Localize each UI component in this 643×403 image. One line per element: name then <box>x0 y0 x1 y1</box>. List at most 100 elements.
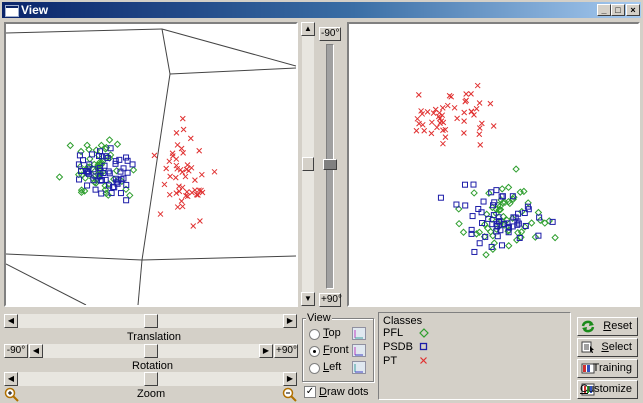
left-pt-point <box>184 162 191 168</box>
left-psdb-point <box>129 161 136 168</box>
customize-button-label: Customize <box>580 383 632 395</box>
right-pt-point <box>487 100 494 107</box>
projection-2d-panel[interactable] <box>347 22 640 307</box>
select-icon <box>581 341 594 353</box>
left-pt-point <box>172 174 179 181</box>
rotation-left-button[interactable]: ◀ <box>29 344 43 358</box>
right-pfl-point <box>505 242 513 250</box>
diamond-marker-icon <box>419 328 429 338</box>
top-radio-label: Top <box>323 327 341 339</box>
vertical-max-button[interactable]: +90° <box>319 293 342 307</box>
right-pt-point <box>451 104 458 111</box>
classes-title: Classes <box>383 315 423 327</box>
training-button[interactable]: Training <box>577 359 638 378</box>
maximize-button[interactable]: □ <box>611 4 625 16</box>
class-name-pfl: PFL <box>383 327 404 339</box>
right-pt-point <box>442 134 449 140</box>
translation-thumb[interactable] <box>144 314 158 328</box>
zoom-in-icon[interactable] <box>4 387 19 402</box>
rotation-thumb[interactable] <box>144 344 158 358</box>
left-pfl-point <box>105 136 114 144</box>
right-pt-point <box>440 140 446 147</box>
right-psdb-point <box>493 187 500 194</box>
zoom-right-button[interactable]: ▶ <box>283 372 297 386</box>
projection-3d-plot <box>6 28 296 305</box>
top-view-icon <box>352 327 366 340</box>
left-pt-point <box>166 191 173 198</box>
translation-right-button[interactable]: ▶ <box>283 314 297 328</box>
left-psdb-point <box>92 186 99 193</box>
left-pt-point <box>180 126 187 133</box>
top-radio[interactable] <box>309 329 320 340</box>
close-button[interactable]: × <box>626 4 640 16</box>
right-pt-point <box>413 127 420 134</box>
scroll-up-button[interactable]: ▲ <box>301 22 315 36</box>
right-pt-point <box>414 115 421 122</box>
vertical-scroll-thumb[interactable] <box>302 157 314 171</box>
rotation-min-button[interactable]: -90° <box>4 344 28 358</box>
right-pfl-point <box>498 185 506 193</box>
left-pfl-point <box>77 147 85 156</box>
title-bar[interactable]: View _ □ × <box>2 2 641 18</box>
minimize-button[interactable]: _ <box>597 4 611 16</box>
left-pfl-point <box>129 166 138 174</box>
right-pfl-point <box>551 233 559 242</box>
view-window: View _ □ × ▲ ▼ -90° +90° ◀ ▶ Translation… <box>0 0 643 403</box>
rotation-max-button[interactable]: +90° <box>274 344 298 358</box>
right-pfl-point <box>455 219 463 228</box>
zoom-left-button[interactable]: ◀ <box>4 372 18 386</box>
right-pfl-point <box>512 165 520 173</box>
rotation-right-button[interactable]: ▶ <box>259 344 273 358</box>
translation-left-button[interactable]: ◀ <box>4 314 18 328</box>
right-pfl-point <box>527 219 536 227</box>
left-pt-point <box>166 158 173 165</box>
left-radio[interactable] <box>309 363 320 374</box>
left-psdb-point <box>124 157 131 164</box>
right-pt-point <box>490 123 497 129</box>
training-button-label: Training <box>592 362 632 374</box>
draw-dots-label: Draw dots <box>319 386 369 398</box>
right-pt-point <box>448 93 455 100</box>
left-psdb-point <box>123 197 130 204</box>
vertical-min-button[interactable]: -90° <box>319 27 341 41</box>
left-pt-point <box>182 173 189 180</box>
rotation-label: Rotation <box>132 360 173 372</box>
draw-dots-checkbox[interactable]: ✓ <box>304 386 316 398</box>
select-button[interactable]: Select <box>577 338 638 357</box>
right-pt-point <box>437 120 443 126</box>
left-psdb-point <box>123 154 130 161</box>
right-pt-point <box>478 120 485 127</box>
right-psdb-point <box>471 248 478 255</box>
left-pt-point <box>174 204 181 210</box>
right-pt-point <box>476 131 483 138</box>
right-pfl-point <box>470 189 478 197</box>
left-pt-point <box>197 218 203 224</box>
right-pfl-point <box>486 228 495 236</box>
zoom-out-icon[interactable] <box>282 387 297 402</box>
right-pt-point <box>461 130 467 136</box>
vertical-rotation-thumb[interactable] <box>323 159 337 170</box>
right-psdb-point <box>469 213 476 220</box>
left-psdb-point <box>84 182 91 189</box>
right-pt-point <box>468 108 475 115</box>
right-pt-point <box>416 120 422 127</box>
left-view-icon <box>352 361 366 374</box>
left-radio-label: Left <box>323 361 342 373</box>
projection-3d-panel[interactable] <box>4 22 298 307</box>
class-name-pt: PT <box>383 355 398 367</box>
customize-button[interactable]: Customize <box>577 380 638 399</box>
zoom-thumb[interactable] <box>144 372 158 386</box>
front-radio[interactable] <box>309 346 320 357</box>
left-pfl-point <box>113 140 122 148</box>
left-pt-point <box>173 130 180 136</box>
square-marker-icon <box>419 342 428 351</box>
right-pfl-point <box>482 251 490 259</box>
left-pt-point <box>178 145 185 152</box>
right-pt-point <box>434 124 440 131</box>
class-name-psdb: PSDB <box>383 341 413 353</box>
view-group-title: View <box>306 312 332 324</box>
left-pt-point <box>151 152 158 159</box>
scroll-down-button[interactable]: ▼ <box>301 292 315 306</box>
cross-marker-icon <box>420 357 427 364</box>
reset-button[interactable]: Reset <box>577 317 638 336</box>
